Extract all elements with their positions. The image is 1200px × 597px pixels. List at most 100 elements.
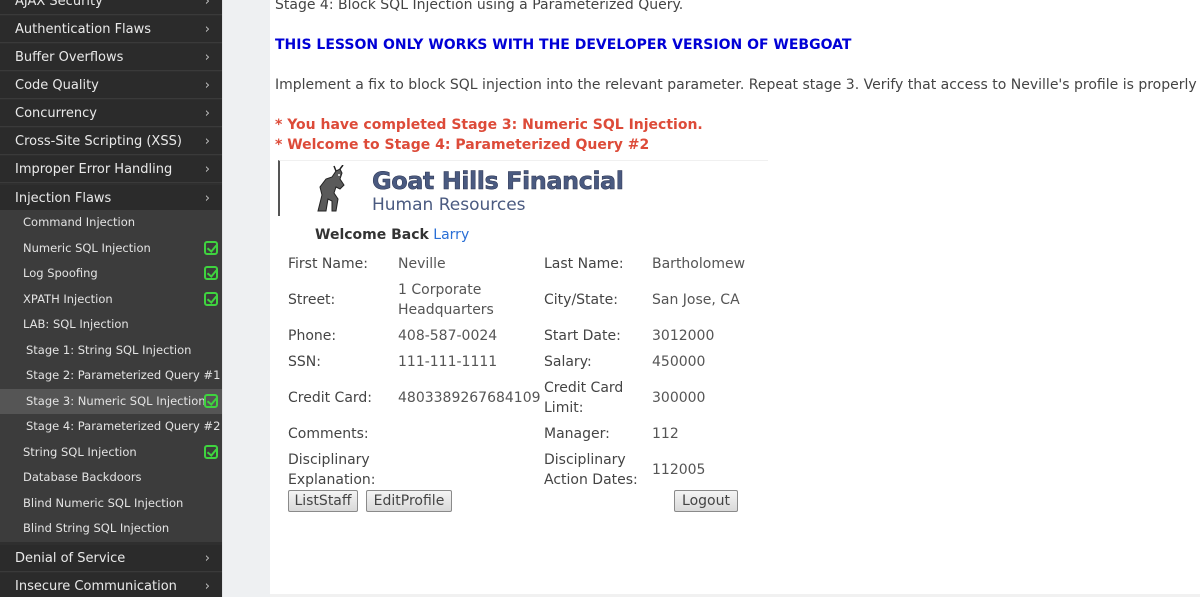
menu-item-blind-string-sql-injection[interactable]: Blind String SQL Injection [0, 516, 222, 542]
menu-item-string-sql-injection[interactable]: String SQL Injection [0, 439, 222, 465]
menu-category-concurrency[interactable]: Concurrency › [0, 100, 222, 127]
menu-category-label: Cross-Site Scripting (XSS) [15, 134, 182, 149]
menu-item-label: Blind String SQL Injection [23, 521, 170, 535]
comments-label: Comments: [288, 426, 369, 442]
first-name-label: First Name: [288, 256, 368, 272]
chevron-right-icon: › [204, 162, 210, 177]
menu-category-xss[interactable]: Cross-Site Scripting (XSS) › [0, 128, 222, 155]
menu-category-insecure-communication[interactable]: Insecure Communication › [0, 573, 222, 597]
menu-item-database-backdoors[interactable]: Database Backdoors [0, 465, 222, 491]
city-state-value: San Jose, CA [652, 292, 740, 308]
manager-value: 112 [652, 426, 679, 442]
menu-item-numeric-sql-injection[interactable]: Numeric SQL Injection [0, 235, 222, 261]
goat-logo-icon [317, 165, 345, 212]
completed-check-icon [204, 393, 218, 408]
chevron-right-icon: › [204, 78, 210, 93]
salary-value: 450000 [652, 354, 706, 370]
menu-category-code-quality[interactable]: Code Quality › [0, 72, 222, 99]
menu-category-label: Improper Error Handling [15, 162, 173, 177]
manager-label: Manager: [544, 426, 610, 442]
lesson-instructions: Implement a fix to block SQL injection i… [275, 77, 1200, 93]
completed-check-icon [204, 240, 218, 255]
menu-category-label: AJAX Security [15, 0, 103, 9]
menu-item-stage-1[interactable]: Stage 1: String SQL Injection [0, 337, 222, 363]
chevron-right-icon: › [204, 50, 210, 65]
disciplinary-dates-label-line2: Action Dates: [544, 472, 638, 488]
menu-item-label: Numeric SQL Injection [23, 240, 151, 255]
menu-item-stage-3[interactable]: Stage 3: Numeric SQL Injection [0, 388, 222, 414]
company-name: Goat Hills Financial [372, 167, 624, 196]
welcome-message: Welcome Back Larry [315, 227, 469, 243]
app-banner: Goat Hills Financial Human Resources [278, 160, 768, 216]
ssn-label: SSN: [288, 354, 321, 370]
menu-item-label: XPATH Injection [23, 291, 113, 306]
menu-category-label: Injection Flaws [15, 191, 112, 206]
credit-card-limit-value: 300000 [652, 390, 706, 406]
menu-item-label: Log Spoofing [23, 266, 98, 280]
phone-value: 408-587-0024 [398, 328, 498, 344]
developer-version-warning: THIS LESSON ONLY WORKS WITH THE DEVELOPE… [275, 37, 852, 53]
disciplinary-dates-label-line1: Disciplinary [544, 452, 626, 468]
menu-item-stage-4[interactable]: Stage 4: Parameterized Query #2 [0, 414, 222, 440]
menu-item-lab-sql-injection[interactable]: LAB: SQL Injection [0, 312, 222, 338]
chevron-right-icon: › [204, 106, 210, 121]
first-name-value: Neville [398, 256, 446, 272]
menu-item-blind-numeric-sql-injection[interactable]: Blind Numeric SQL Injection [0, 490, 222, 516]
lesson-stage-title: Stage 4: Block SQL Injection using a Par… [275, 0, 684, 13]
lesson-sidebar: AJAX Security › Authentication Flaws › Buf… [0, 0, 222, 597]
chevron-right-icon: › [204, 134, 210, 149]
disciplinary-explanation-label-line2: Explanation: [288, 472, 376, 488]
city-state-label: City/State: [544, 292, 618, 308]
completed-check-icon [204, 266, 218, 280]
menu-item-label: Database Backdoors [23, 470, 142, 484]
list-staff-button[interactable]: ListStaff [288, 490, 358, 512]
stage-completed-message: * You have completed Stage 3: Numeric SQ… [275, 117, 703, 133]
completed-check-icon [204, 444, 218, 459]
goat-hills-app-panel: Goat Hills Financial Human Resources Wel… [278, 160, 768, 520]
logout-button[interactable]: Logout [674, 490, 738, 512]
completed-check-icon [204, 291, 218, 306]
credit-card-limit-label-line2: Limit: [544, 400, 584, 416]
menu-category-buffer-overflows[interactable]: Buffer Overflows › [0, 44, 222, 71]
street-value-line1: 1 Corporate [398, 282, 482, 298]
chevron-right-icon: › [204, 579, 210, 594]
disciplinary-dates-value: 112005 [652, 462, 706, 478]
menu-category-injection-flaws[interactable]: Injection Flaws › [0, 185, 222, 212]
menu-category-label: Insecure Communication [15, 579, 177, 594]
welcome-prefix: Welcome Back [315, 227, 429, 243]
menu-category-label: Denial of Service [15, 551, 126, 566]
menu-category-error-handling[interactable]: Improper Error Handling › [0, 156, 222, 183]
department-name: Human Resources [372, 195, 526, 215]
chevron-right-icon: › [204, 22, 210, 37]
menu-item-command-injection[interactable]: Command Injection [0, 210, 222, 236]
menu-item-log-spoofing[interactable]: Log Spoofing [0, 261, 222, 287]
chevron-right-icon: › [204, 0, 210, 9]
menu-item-stage-2[interactable]: Stage 2: Parameterized Query #1 [0, 363, 222, 389]
ssn-value: 111-111-1111 [398, 354, 498, 370]
menu-category-ajax-security[interactable]: AJAX Security › [0, 0, 222, 15]
last-name-label: Last Name: [544, 256, 624, 272]
credit-card-limit-label-line1: Credit Card [544, 380, 624, 396]
menu-category-label: Authentication Flaws [15, 22, 152, 37]
menu-item-label: Stage 3: Numeric SQL Injection [26, 393, 206, 408]
menu-category-authentication-flaws[interactable]: Authentication Flaws › [0, 16, 222, 43]
phone-label: Phone: [288, 328, 337, 344]
last-name-value: Bartholomew [652, 256, 746, 272]
menu-item-label: Stage 1: String SQL Injection [26, 342, 192, 357]
stage-welcome-message: * Welcome to Stage 4: Parameterized Quer… [275, 137, 650, 153]
chevron-right-icon: › [204, 191, 210, 206]
credit-card-label: Credit Card: [288, 390, 373, 406]
content-gutter [222, 0, 270, 597]
salary-label: Salary: [544, 354, 592, 370]
menu-category-denial-of-service[interactable]: Denial of Service › [0, 545, 222, 572]
menu-item-label: Stage 4: Parameterized Query #2 [26, 419, 221, 433]
menu-item-label: Blind Numeric SQL Injection [23, 495, 184, 510]
menu-item-label: LAB: SQL Injection [23, 317, 129, 331]
edit-profile-button[interactable]: EditProfile [366, 490, 452, 512]
disciplinary-explanation-label-line1: Disciplinary [288, 452, 370, 468]
menu-item-label: String SQL Injection [23, 444, 137, 459]
credit-card-value: 4803389267684109 [398, 390, 541, 406]
menu-item-xpath-injection[interactable]: XPATH Injection [0, 286, 222, 312]
menu-item-label: Stage 2: Parameterized Query #1 [26, 368, 221, 382]
street-label: Street: [288, 292, 336, 308]
